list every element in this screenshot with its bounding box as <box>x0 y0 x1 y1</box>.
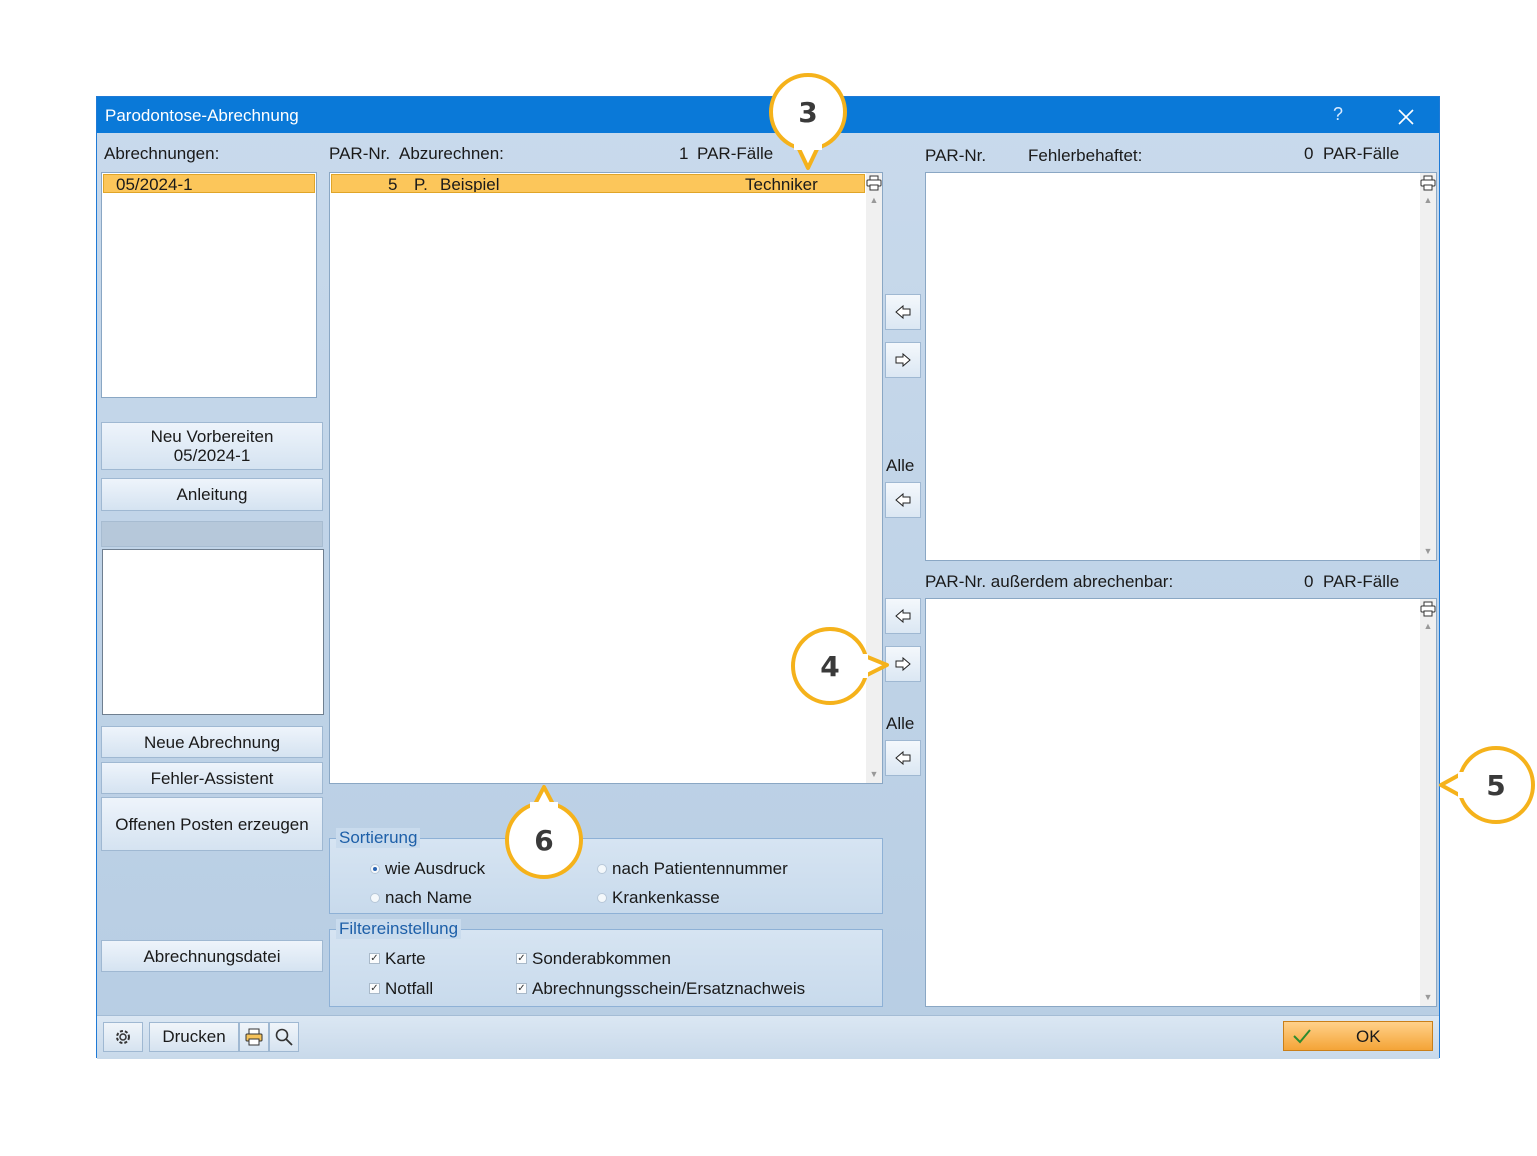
abzurechnen-count-unit: PAR-Fälle <box>697 144 774 163</box>
arrow-left-icon <box>895 492 911 508</box>
alle-label-bottom: Alle <box>886 714 915 733</box>
callout-5: 5 <box>1438 742 1537 828</box>
radio-krankenkasse[interactable] <box>597 893 607 903</box>
help-button[interactable]: ? <box>1333 104 1343 125</box>
settings-button[interactable] <box>103 1022 143 1052</box>
arrow-left-icon <box>895 304 911 320</box>
arrow-right-icon <box>895 656 911 672</box>
sortierung-title: Sortierung <box>336 828 421 848</box>
printer-icon <box>245 1028 263 1046</box>
ausserdem-list[interactable]: ▲ ▼ <box>925 598 1437 1007</box>
radio-label: Krankenkasse <box>612 888 720 907</box>
table-row[interactable]: 5 P. Beispiel Techniker Krank <box>331 174 865 193</box>
anleitung-button[interactable]: Anleitung <box>101 478 323 511</box>
scroll-down-icon[interactable]: ▼ <box>866 769 882 779</box>
checkbox-abrechnungsschein[interactable]: ✓ <box>516 983 527 994</box>
scroll-up-icon[interactable]: ▲ <box>1420 621 1436 631</box>
info-header-strip <box>101 521 323 547</box>
scroll-down-icon[interactable]: ▼ <box>1420 546 1436 556</box>
sortierung-group: Sortierung wie Ausdruck nach Patientennu… <box>329 828 883 914</box>
checkbox-label: Sonderabkommen <box>532 949 671 968</box>
radio-nach-name[interactable] <box>370 893 380 903</box>
abrechnungen-list[interactable]: 05/2024-1 <box>101 172 317 398</box>
radio-nach-patientennummer[interactable] <box>597 864 607 874</box>
callout-6: 6 <box>500 784 588 884</box>
ok-button[interactable]: OK <box>1283 1021 1433 1051</box>
neu-vorbereiten-button[interactable]: Neu Vorbereiten 05/2024-1 <box>101 422 323 470</box>
fehler-par-nr-header: PAR-Nr. <box>925 146 987 165</box>
printer-icon[interactable] <box>866 175 882 191</box>
filter-title: Filtereinstellung <box>336 919 462 939</box>
print-button[interactable] <box>239 1022 269 1052</box>
radio-label: nach Patientennummer <box>612 859 788 878</box>
abzurechnen-count: 1 <box>679 144 689 163</box>
callout-number: 3 <box>798 95 818 129</box>
row-kasse: Techniker Krank <box>745 175 818 193</box>
list-item[interactable]: 05/2024-1 <box>103 174 315 194</box>
scroll-up-icon[interactable]: ▲ <box>866 195 882 205</box>
filter-group: Filtereinstellung ✓ Karte ✓ Sonderabkomm… <box>329 919 883 1007</box>
neu-vorbereiten-label: Neu Vorbereiten <box>150 427 274 446</box>
checkbox-label: Notfall <box>385 979 434 998</box>
magnifier-icon <box>275 1028 293 1046</box>
printer-icon[interactable] <box>1420 601 1436 617</box>
abrechnungsdatei-button[interactable]: Abrechnungsdatei <box>101 940 323 972</box>
ok-label: OK <box>1356 1027 1381 1046</box>
fehlerbehaftet-count: 0 <box>1304 144 1314 163</box>
fehler-assistent-button[interactable]: Fehler-Assistent <box>101 762 323 794</box>
move-left-button[interactable] <box>885 294 921 330</box>
ausserdem-scrollbar[interactable]: ▲ ▼ <box>1420 599 1436 1006</box>
printer-icon[interactable] <box>1420 175 1436 191</box>
move-right-button[interactable] <box>885 342 921 378</box>
status-bar: Drucken OK <box>97 1015 1439 1059</box>
arrow-right-icon <box>895 352 911 368</box>
par-nr-header: PAR-Nr. <box>329 144 391 163</box>
ausserdem-abrechenbar-label: PAR-Nr. außerdem abrechenbar: <box>925 572 1174 591</box>
scroll-up-icon[interactable]: ▲ <box>1420 195 1436 205</box>
scroll-down-icon[interactable]: ▼ <box>1420 992 1436 1002</box>
row-name: Beispiel <box>440 175 500 193</box>
callout-4: 4 <box>788 624 892 708</box>
row-initial: P. <box>414 175 428 193</box>
callout-3: 3 <box>764 68 852 172</box>
ausserdem-count-unit: PAR-Fälle <box>1323 572 1400 591</box>
row-nr: 5 <box>388 175 398 193</box>
fehlerbehaftet-label: Fehlerbehaftet: <box>1028 146 1143 165</box>
abzurechnen-label: Abzurechnen: <box>399 144 504 163</box>
move-all-left-button-2[interactable] <box>885 740 921 776</box>
preview-button[interactable] <box>269 1022 299 1052</box>
window-title: Parodontose-Abrechnung <box>105 106 299 125</box>
neu-vorbereiten-period: 05/2024-1 <box>173 446 251 465</box>
callout-number: 5 <box>1486 768 1506 802</box>
neue-abrechnung-button[interactable]: Neue Abrechnung <box>101 726 323 758</box>
close-icon <box>1398 109 1414 125</box>
checkbox-karte[interactable]: ✓ <box>369 953 380 964</box>
info-panel <box>102 549 324 715</box>
offene-posten-button[interactable]: Offenen Posten erzeugen <box>101 797 323 851</box>
checkmark-icon <box>1293 1029 1311 1044</box>
close-button[interactable] <box>1397 102 1415 132</box>
callout-number: 4 <box>820 649 840 683</box>
abrechnungen-label: Abrechnungen: <box>104 144 220 163</box>
checkbox-label: Karte <box>385 949 426 968</box>
fehlerbehaftet-scrollbar[interactable]: ▲ ▼ <box>1420 173 1436 560</box>
checkbox-sonderabkommen[interactable]: ✓ <box>516 953 527 964</box>
arrow-left-icon <box>895 608 911 624</box>
drucken-button[interactable]: Drucken <box>149 1022 239 1052</box>
radio-label: wie Ausdruck <box>385 859 486 878</box>
gear-icon <box>116 1030 130 1044</box>
fehlerbehaftet-count-unit: PAR-Fälle <box>1323 144 1400 163</box>
fehlerbehaftet-list[interactable]: ▲ ▼ <box>925 172 1437 561</box>
radio-label: nach Name <box>385 888 472 907</box>
par-abrechnung-dialog: Parodontose-Abrechnung ? Abrechnungen: 0… <box>96 96 1440 1059</box>
alle-label-top: Alle <box>886 456 915 475</box>
checkbox-notfall[interactable]: ✓ <box>369 983 380 994</box>
arrow-left-icon <box>895 750 911 766</box>
ausserdem-count: 0 <box>1304 572 1314 591</box>
radio-wie-ausdruck[interactable] <box>370 864 380 874</box>
callout-number: 6 <box>534 823 554 857</box>
move-all-left-button[interactable] <box>885 482 921 518</box>
checkbox-label: Abrechnungsschein/Ersatznachweis <box>532 979 806 998</box>
